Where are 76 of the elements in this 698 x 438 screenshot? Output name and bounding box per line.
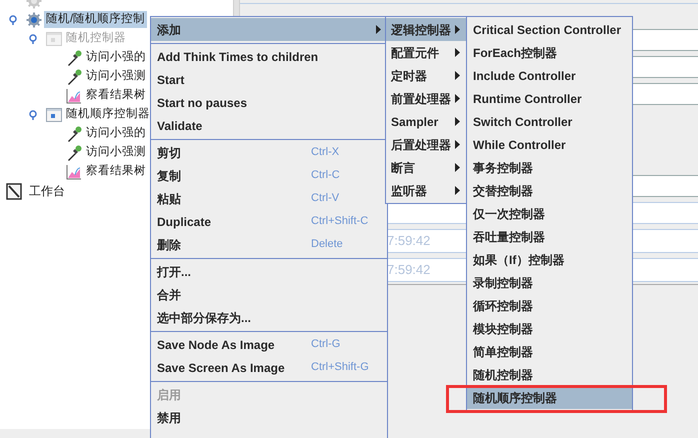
tree-item[interactable]: 访问小强的 <box>84 125 148 142</box>
tree-item[interactable]: 随机顺序控制器 <box>64 106 152 123</box>
menu-item[interactable]: 简单控制器 <box>467 340 632 363</box>
menu-item[interactable]: Include Controller <box>467 64 632 87</box>
menu-item[interactable]: 随机顺序控制器 <box>467 386 632 409</box>
menu-item[interactable]: 添加 <box>151 18 387 41</box>
shortcut-label: Ctrl-V <box>311 191 340 206</box>
submenu-arrow-icon <box>455 71 460 80</box>
menu-item[interactable]: 吞吐量控制器 <box>467 225 632 248</box>
pipette-icon <box>66 68 82 84</box>
menu-item[interactable]: 剪切 Ctrl-X <box>151 141 387 164</box>
menu-item[interactable]: 定时器 <box>386 64 466 87</box>
menu-item[interactable]: 打开... <box>151 260 387 283</box>
gear-icon <box>26 12 42 28</box>
menu-item[interactable]: 随机控制器 <box>467 363 632 386</box>
submenu-arrow-icon <box>455 140 460 149</box>
shortcut-label: Delete <box>311 237 344 252</box>
menu-item[interactable]: 禁用 <box>151 406 387 429</box>
shortcut-label: Ctrl-X <box>311 145 340 160</box>
pipette-icon <box>66 126 82 142</box>
menu-item[interactable]: Add Think Times to children <box>151 45 387 68</box>
clipboard-icon <box>6 182 22 200</box>
menu-item[interactable]: 录制控制器 <box>467 271 632 294</box>
tree-item[interactable]: 工作台 <box>29 182 65 200</box>
submenu-arrow-icon <box>455 94 460 103</box>
menu-item[interactable]: 监听器 <box>386 179 466 202</box>
menu-item[interactable]: While Controller <box>467 133 632 156</box>
menu-item[interactable]: 复制 Ctrl-C <box>151 164 387 187</box>
menu-item[interactable]: 删除 Delete <box>151 233 387 256</box>
chart-icon <box>66 88 82 104</box>
window-icon <box>46 30 62 46</box>
menu-item[interactable]: 合并 <box>151 283 387 306</box>
menu-item[interactable]: 后置处理器 <box>386 133 466 156</box>
tree-item[interactable]: 访问小强测 <box>84 144 148 161</box>
expand-handle-icon[interactable] <box>8 14 18 24</box>
pipette-icon <box>66 144 82 160</box>
menu-item[interactable]: 模块控制器 <box>467 317 632 340</box>
expand-handle-icon[interactable] <box>28 110 38 120</box>
submenu-arrow-icon <box>455 186 460 195</box>
submenu-arrow-icon <box>455 25 460 34</box>
menu-item[interactable]: Start no pauses <box>151 91 387 114</box>
menu-item[interactable]: Start <box>151 68 387 91</box>
window-icon <box>46 106 62 122</box>
menu-item[interactable]: 循环控制器 <box>467 294 632 317</box>
menu-item[interactable]: Sampler <box>386 110 466 133</box>
menu-item[interactable]: 断言 <box>386 156 466 179</box>
menu-item[interactable]: Duplicate Ctrl+Shift-C <box>151 210 387 233</box>
tree-item[interactable]: 随机/随机顺序控制 <box>44 11 148 28</box>
menu-item[interactable]: 配置元件 <box>386 41 466 64</box>
menu-item[interactable]: 逻辑控制器 <box>386 18 466 41</box>
menu-item[interactable]: 如果（If）控制器 <box>467 248 632 271</box>
menu-item[interactable]: Validate <box>151 114 387 137</box>
chart-icon <box>66 164 82 180</box>
menu-item[interactable]: 粘贴 Ctrl-V <box>151 187 387 210</box>
menu-item[interactable]: 事务控制器 <box>467 156 632 179</box>
menu-item[interactable]: Critical Section Controller <box>467 18 632 41</box>
menu-item[interactable]: Switch Controller <box>467 110 632 133</box>
tree-item[interactable]: 察看结果树 <box>84 163 148 180</box>
shortcut-label: Ctrl-C <box>311 168 341 184</box>
shortcut-label: Ctrl+Shift-C <box>311 214 370 230</box>
submenu-arrow-icon <box>455 48 460 57</box>
menu-item[interactable]: Runtime Controller <box>467 87 632 110</box>
menu-item[interactable]: ForEach控制器 <box>467 41 632 64</box>
shortcut-label: Ctrl+Shift-G <box>311 360 370 376</box>
pipette-icon <box>66 50 82 66</box>
menu-item[interactable]: 交替控制器 <box>467 179 632 202</box>
menu-item[interactable]: 前置处理器 <box>386 87 466 110</box>
menu-item[interactable]: Save Screen As Image Ctrl+Shift-G <box>151 356 387 379</box>
menu-item[interactable]: Save Node As Image Ctrl-G <box>151 333 387 356</box>
menu-item[interactable]: 仅一次控制器 <box>467 202 632 225</box>
submenu-arrow-icon <box>455 163 460 172</box>
submenu-arrow-icon <box>455 117 460 126</box>
expand-handle-icon[interactable] <box>28 34 38 44</box>
submenu-arrow-icon <box>376 25 381 34</box>
shortcut-label: Ctrl-G <box>311 337 342 352</box>
menu-item[interactable]: 选中部分保存为... <box>151 306 387 329</box>
